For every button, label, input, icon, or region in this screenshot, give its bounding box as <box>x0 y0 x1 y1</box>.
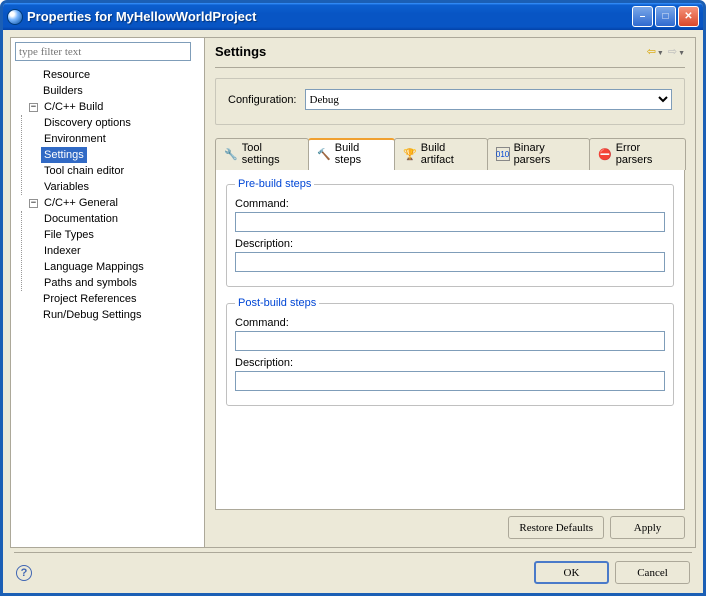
expander-ccbuild[interactable]: − <box>29 103 38 112</box>
minimize-button[interactable]: – <box>632 6 653 27</box>
post-build-group: Post-build steps Command: Description: <box>226 297 674 406</box>
close-button[interactable]: ✕ <box>678 6 699 27</box>
tree-variables[interactable]: Variables <box>41 179 92 195</box>
tree-projrefs[interactable]: Project References <box>40 291 140 307</box>
tree-environment[interactable]: Environment <box>41 131 109 147</box>
tree-rundebug[interactable]: Run/Debug Settings <box>40 307 144 323</box>
tree-paths[interactable]: Paths and symbols <box>41 275 140 291</box>
tree-ccbuild[interactable]: C/C++ Build <box>41 99 106 115</box>
filter-input[interactable] <box>15 42 191 61</box>
pre-command-input[interactable] <box>235 212 665 232</box>
tab-error-parsers[interactable]: ⛔Error parsers <box>589 138 686 170</box>
pre-command-label: Command: <box>235 198 665 210</box>
pre-build-legend: Pre-build steps <box>235 178 314 190</box>
hammer-icon: 🔨 <box>317 147 331 161</box>
settings-panel: Settings ⇦▼ ⇨▼ Configuration: Debug <box>205 37 696 548</box>
expander-ccgeneral[interactable]: − <box>29 199 38 208</box>
tab-tool-settings[interactable]: 🔧Tool settings <box>215 138 309 170</box>
tab-build-artifact[interactable]: 🏆Build artifact <box>394 138 487 170</box>
trophy-icon: 🏆 <box>403 147 417 161</box>
tree-discovery[interactable]: Discovery options <box>41 115 134 131</box>
cancel-button[interactable]: Cancel <box>615 561 690 584</box>
tree-toolchain[interactable]: Tool chain editor <box>41 163 127 179</box>
tree-builders[interactable]: Builders <box>40 83 86 99</box>
nav-tree: Resource Builders −C/C++ Build Discovery… <box>11 65 204 547</box>
post-command-input[interactable] <box>235 331 665 351</box>
titlebar: Properties for MyHellowWorldProject – □ … <box>3 3 703 30</box>
tree-langmap[interactable]: Language Mappings <box>41 259 147 275</box>
post-desc-label: Description: <box>235 357 665 369</box>
config-label: Configuration: <box>228 94 297 106</box>
wrench-icon: 🔧 <box>224 147 238 161</box>
nav-panel: Resource Builders −C/C++ Build Discovery… <box>10 37 205 548</box>
tab-bar: 🔧Tool settings 🔨Build steps 🏆Build artif… <box>215 137 685 170</box>
page-title: Settings <box>215 44 647 59</box>
pre-build-group: Pre-build steps Command: Description: <box>226 178 674 287</box>
binary-icon: 010 <box>496 147 510 161</box>
error-icon: ⛔ <box>598 147 612 161</box>
apply-button[interactable]: Apply <box>610 516 685 539</box>
tree-settings[interactable]: Settings <box>41 147 87 163</box>
post-command-label: Command: <box>235 317 665 329</box>
tab-binary-parsers[interactable]: 010Binary parsers <box>487 138 590 170</box>
config-select[interactable]: Debug <box>305 89 673 110</box>
pre-desc-label: Description: <box>235 238 665 250</box>
ok-button[interactable]: OK <box>534 561 609 584</box>
tree-documentation[interactable]: Documentation <box>41 211 121 227</box>
restore-defaults-button[interactable]: Restore Defaults <box>508 516 604 539</box>
nav-back-button[interactable]: ⇦▼ <box>647 45 664 58</box>
post-build-legend: Post-build steps <box>235 297 319 309</box>
window-title: Properties for MyHellowWorldProject <box>27 9 632 24</box>
tree-resource[interactable]: Resource <box>40 67 93 83</box>
tree-filetypes[interactable]: File Types <box>41 227 97 243</box>
tab-build-steps[interactable]: 🔨Build steps <box>308 138 395 170</box>
tree-indexer[interactable]: Indexer <box>41 243 84 259</box>
tree-ccgeneral[interactable]: C/C++ General <box>41 195 121 211</box>
app-icon <box>7 9 23 25</box>
nav-forward-button[interactable]: ⇨▼ <box>668 45 685 58</box>
pre-desc-input[interactable] <box>235 252 665 272</box>
help-icon[interactable]: ? <box>16 565 32 581</box>
tab-body: Pre-build steps Command: Description: Po… <box>215 170 685 510</box>
post-desc-input[interactable] <box>235 371 665 391</box>
maximize-button[interactable]: □ <box>655 6 676 27</box>
